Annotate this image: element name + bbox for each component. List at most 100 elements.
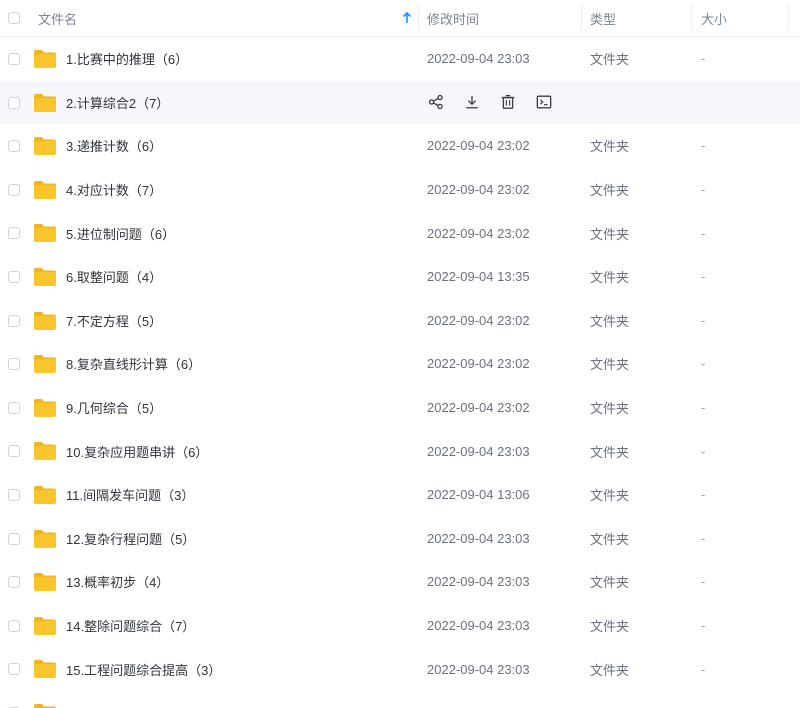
- modified-time: 2022-09-04 23:03: [427, 530, 530, 546]
- row-checkbox[interactable]: [8, 445, 20, 458]
- file-name[interactable]: 10.复杂应用题串讲（6）: [66, 429, 208, 473]
- share-icon[interactable]: [427, 93, 445, 111]
- column-divider[interactable]: [788, 5, 789, 31]
- row-checkbox[interactable]: [8, 96, 20, 109]
- column-header: 文件名 修改时间 类型 大小: [0, 0, 800, 37]
- column-divider[interactable]: [418, 5, 419, 31]
- file-name[interactable]: 15.工程问题综合提高（3）: [66, 647, 221, 691]
- file-name[interactable]: 13.概率初步（4）: [66, 560, 169, 604]
- trash-icon[interactable]: [499, 93, 517, 111]
- file-size: -: [701, 443, 706, 459]
- file-name[interactable]: 11.间隔发车问题（3）: [66, 473, 194, 517]
- file-type: 文件夹: [590, 619, 630, 635]
- file-size: -: [701, 225, 706, 241]
- file-type: 文件夹: [590, 313, 630, 329]
- file-name[interactable]: 5.进位制问题（6）: [66, 211, 175, 255]
- table-row[interactable]: [0, 691, 800, 708]
- file-size: -: [701, 400, 706, 416]
- file-name[interactable]: 3.递推计数（6）: [66, 124, 162, 168]
- column-modified-header[interactable]: 修改时间: [427, 0, 479, 36]
- modified-time: 2022-09-04 23:02: [427, 400, 530, 416]
- table-row[interactable]: 5.进位制问题（6） 2022-09-04 23:02 文件夹 -: [0, 211, 800, 255]
- row-checkbox[interactable]: [8, 488, 20, 501]
- column-name-header[interactable]: 文件名: [38, 0, 77, 36]
- row-checkbox[interactable]: [8, 227, 20, 240]
- row-checkbox[interactable]: [8, 358, 20, 371]
- folder-icon: [33, 572, 57, 592]
- file-size: -: [701, 356, 706, 372]
- table-row[interactable]: 1.比赛中的推理（6） 2022-09-04 23:03 文件夹 -: [0, 37, 800, 81]
- row-checkbox[interactable]: [8, 314, 20, 327]
- select-all-checkbox[interactable]: [8, 12, 20, 24]
- folder-icon: [33, 354, 57, 374]
- file-type: 文件夹: [590, 226, 630, 242]
- file-name[interactable]: 14.整除问题综合（7）: [66, 604, 195, 648]
- row-checkbox[interactable]: [8, 270, 20, 283]
- file-name[interactable]: 12.复杂行程问题（5）: [66, 517, 195, 561]
- table-row[interactable]: 12.复杂行程问题（5） 2022-09-04 23:03 文件夹 -: [0, 517, 800, 561]
- column-divider[interactable]: [581, 5, 582, 31]
- file-size: -: [701, 530, 706, 546]
- file-type: 文件夹: [590, 183, 630, 199]
- file-type: 文件夹: [590, 575, 630, 591]
- file-name[interactable]: 4.对应计数（7）: [66, 168, 162, 212]
- row-checkbox[interactable]: [8, 663, 20, 676]
- row-checkbox[interactable]: [8, 140, 20, 153]
- row-checkbox[interactable]: [8, 53, 20, 65]
- file-name[interactable]: 2.计算综合2（7）: [66, 81, 169, 125]
- table-row[interactable]: 7.不定方程（5） 2022-09-04 23:02 文件夹 -: [0, 299, 800, 343]
- table-row[interactable]: 14.整除问题综合（7） 2022-09-04 23:03 文件夹 -: [0, 604, 800, 648]
- terminal-icon[interactable]: [535, 93, 553, 111]
- table-row[interactable]: 2.计算综合2（7）: [0, 80, 800, 125]
- row-checkbox[interactable]: [8, 532, 20, 545]
- modified-time: 2022-09-04 23:03: [427, 51, 530, 67]
- table-row[interactable]: 10.复杂应用题串讲（6） 2022-09-04 23:03 文件夹 -: [0, 429, 800, 473]
- file-name[interactable]: 6.取整问题（4）: [66, 255, 162, 299]
- column-size-header[interactable]: 大小: [701, 0, 727, 36]
- file-size: -: [701, 312, 706, 328]
- column-type-header[interactable]: 类型: [590, 0, 616, 36]
- modified-time: 2022-09-04 23:02: [427, 225, 530, 241]
- file-size: -: [701, 269, 706, 285]
- table-row[interactable]: 13.概率初步（4） 2022-09-04 23:03 文件夹 -: [0, 560, 800, 604]
- modified-time: 2022-09-04 23:02: [427, 356, 530, 372]
- file-type: 文件夹: [590, 662, 630, 678]
- table-row[interactable]: 9.几何综合（5） 2022-09-04 23:02 文件夹 -: [0, 386, 800, 430]
- table-row[interactable]: 15.工程问题综合提高（3） 2022-09-04 23:03 文件夹 -: [0, 647, 800, 691]
- row-checkbox[interactable]: [8, 576, 20, 589]
- row-checkbox[interactable]: [8, 619, 20, 632]
- modified-time: 2022-09-04 23:03: [427, 618, 530, 634]
- folder-icon: [33, 485, 57, 505]
- file-size: -: [701, 618, 706, 634]
- modified-time: 2022-09-04 23:03: [427, 443, 530, 459]
- file-size: -: [701, 574, 706, 590]
- file-type: 文件夹: [590, 139, 630, 155]
- table-row[interactable]: 8.复杂直线形计算（6） 2022-09-04 23:02 文件夹 -: [0, 342, 800, 386]
- row-checkbox[interactable]: [8, 183, 20, 196]
- modified-time: 2022-09-04 23:03: [427, 574, 530, 590]
- file-size: -: [701, 138, 706, 154]
- file-type: 文件夹: [590, 531, 630, 547]
- folder-icon: [33, 529, 57, 549]
- file-size: -: [701, 487, 706, 503]
- folder-icon: [33, 267, 57, 287]
- table-row[interactable]: 4.对应计数（7） 2022-09-04 23:02 文件夹 -: [0, 168, 800, 212]
- folder-icon: [33, 311, 57, 331]
- row-checkbox[interactable]: [8, 401, 20, 414]
- table-row[interactable]: 6.取整问题（4） 2022-09-04 13:35 文件夹 -: [0, 255, 800, 299]
- folder-icon: [33, 659, 57, 679]
- folder-icon: [33, 93, 57, 113]
- file-list: 文件名 修改时间 类型 大小 1.比赛中的推理（6） 2022-09-04 23…: [0, 0, 800, 708]
- column-divider[interactable]: [691, 5, 692, 31]
- table-row[interactable]: 3.递推计数（6） 2022-09-04 23:02 文件夹 -: [0, 124, 800, 168]
- file-name[interactable]: 9.几何综合（5）: [66, 386, 162, 430]
- file-type: 文件夹: [590, 270, 630, 286]
- table-row[interactable]: 11.间隔发车问题（3） 2022-09-04 13:06 文件夹 -: [0, 473, 800, 517]
- folder-icon: [33, 703, 57, 708]
- download-icon[interactable]: [463, 93, 481, 111]
- sort-ascending-icon[interactable]: [402, 11, 412, 25]
- file-name[interactable]: 1.比赛中的推理（6）: [66, 37, 188, 81]
- file-name[interactable]: 7.不定方程（5）: [66, 299, 162, 343]
- file-name[interactable]: 8.复杂直线形计算（6）: [66, 342, 201, 386]
- file-type: 文件夹: [590, 357, 630, 373]
